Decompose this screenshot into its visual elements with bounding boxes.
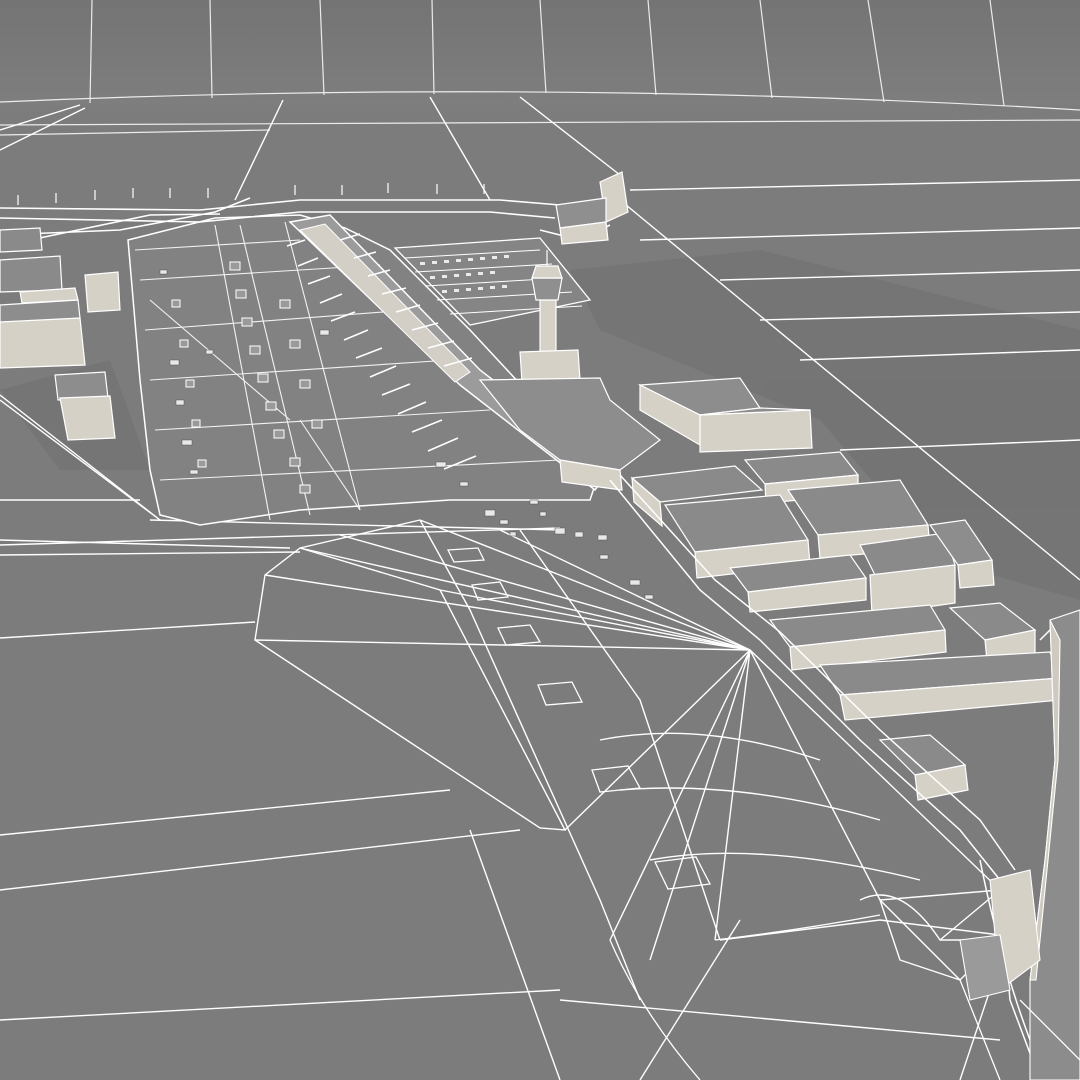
horizon-band	[0, 0, 1080, 105]
wireframe-scene	[0, 0, 1080, 1080]
render-viewport	[0, 0, 1080, 1080]
